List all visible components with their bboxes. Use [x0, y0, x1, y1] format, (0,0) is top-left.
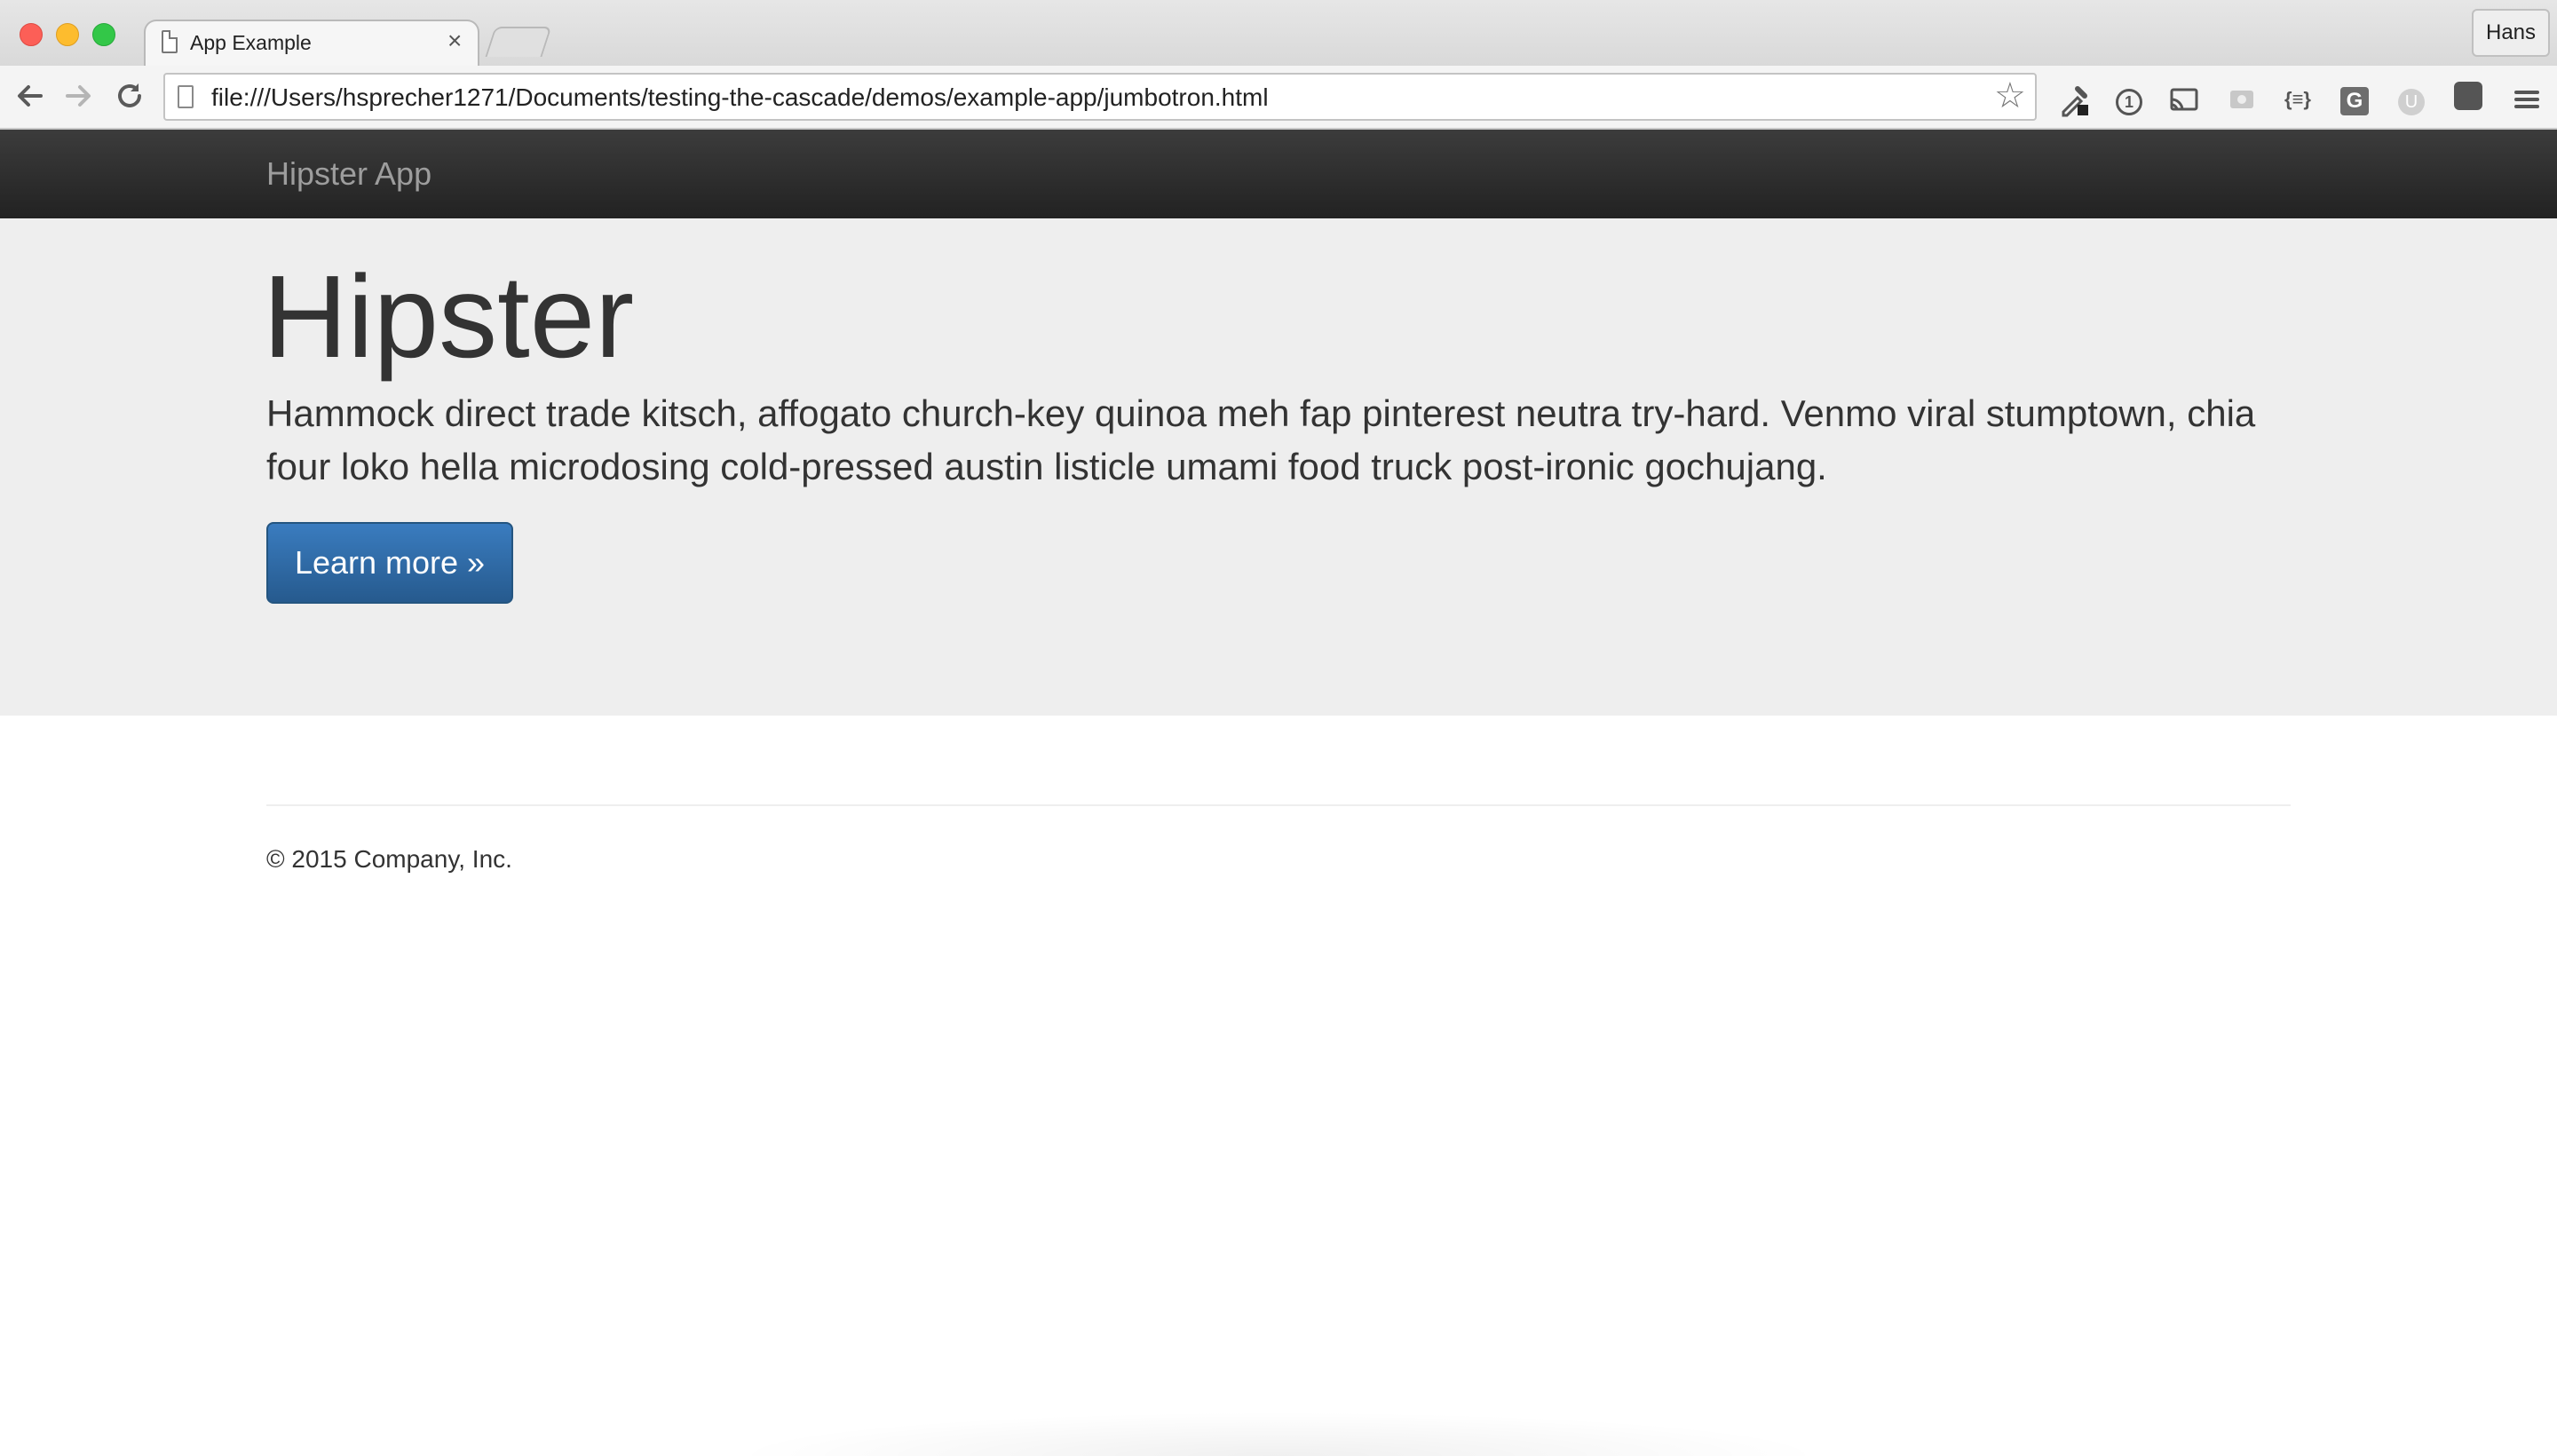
jumbotron-heading: Hipster — [263, 251, 635, 382]
learn-more-button[interactable]: Learn more » — [266, 522, 513, 604]
screen-capture-icon[interactable] — [2225, 82, 2260, 117]
maximize-window-button[interactable] — [92, 23, 115, 46]
page-icon — [162, 30, 178, 53]
chrome-menu-icon[interactable] — [2509, 82, 2545, 117]
close-tab-icon[interactable]: × — [447, 28, 462, 53]
page-icon — [178, 85, 194, 108]
back-arrow-icon[interactable] — [12, 78, 48, 114]
navbar-brand-link[interactable]: Hipster App — [266, 154, 431, 194]
eyedropper-icon[interactable] — [2056, 82, 2092, 117]
json-formatter-icon[interactable]: {≡} — [2280, 82, 2316, 117]
ghostery-icon[interactable] — [2450, 82, 2486, 117]
reload-icon[interactable] — [112, 78, 147, 114]
browser-tab-active[interactable]: App Example × — [144, 20, 479, 69]
new-tab-button[interactable] — [485, 27, 552, 57]
bottom-shadow — [728, 1412, 1829, 1456]
browser-toolbar: file:///Users/hsprecher1271/Documents/te… — [0, 66, 2557, 130]
minimize-window-button[interactable] — [56, 23, 79, 46]
cast-icon[interactable] — [2166, 82, 2202, 117]
forward-arrow-icon[interactable] — [60, 78, 96, 114]
tab-title: App Example — [190, 31, 312, 54]
grammarly-icon[interactable]: G — [2337, 82, 2372, 117]
close-window-button[interactable] — [20, 23, 43, 46]
bookmark-star-icon[interactable]: ☆ — [1994, 78, 2026, 114]
browser-tab-strip: App Example × Hans — [0, 0, 2557, 69]
ublock-icon[interactable]: U — [2394, 82, 2429, 117]
1password-icon[interactable]: 1 — [2111, 82, 2147, 117]
address-bar[interactable]: file:///Users/hsprecher1271/Documents/te… — [163, 73, 2037, 121]
url-text[interactable]: file:///Users/hsprecher1271/Documents/te… — [211, 83, 1269, 112]
jumbotron-text: Hammock direct trade kitsch, affogato ch… — [266, 392, 2256, 487]
profile-button[interactable]: Hans — [2472, 9, 2550, 57]
footer-divider — [266, 804, 2291, 806]
jumbotron: Hipster Hammock direct trade kitsch, aff… — [0, 218, 2557, 716]
site-navbar: Hipster App — [0, 130, 2557, 218]
footer-copyright: © 2015 Company, Inc. — [266, 845, 512, 873]
